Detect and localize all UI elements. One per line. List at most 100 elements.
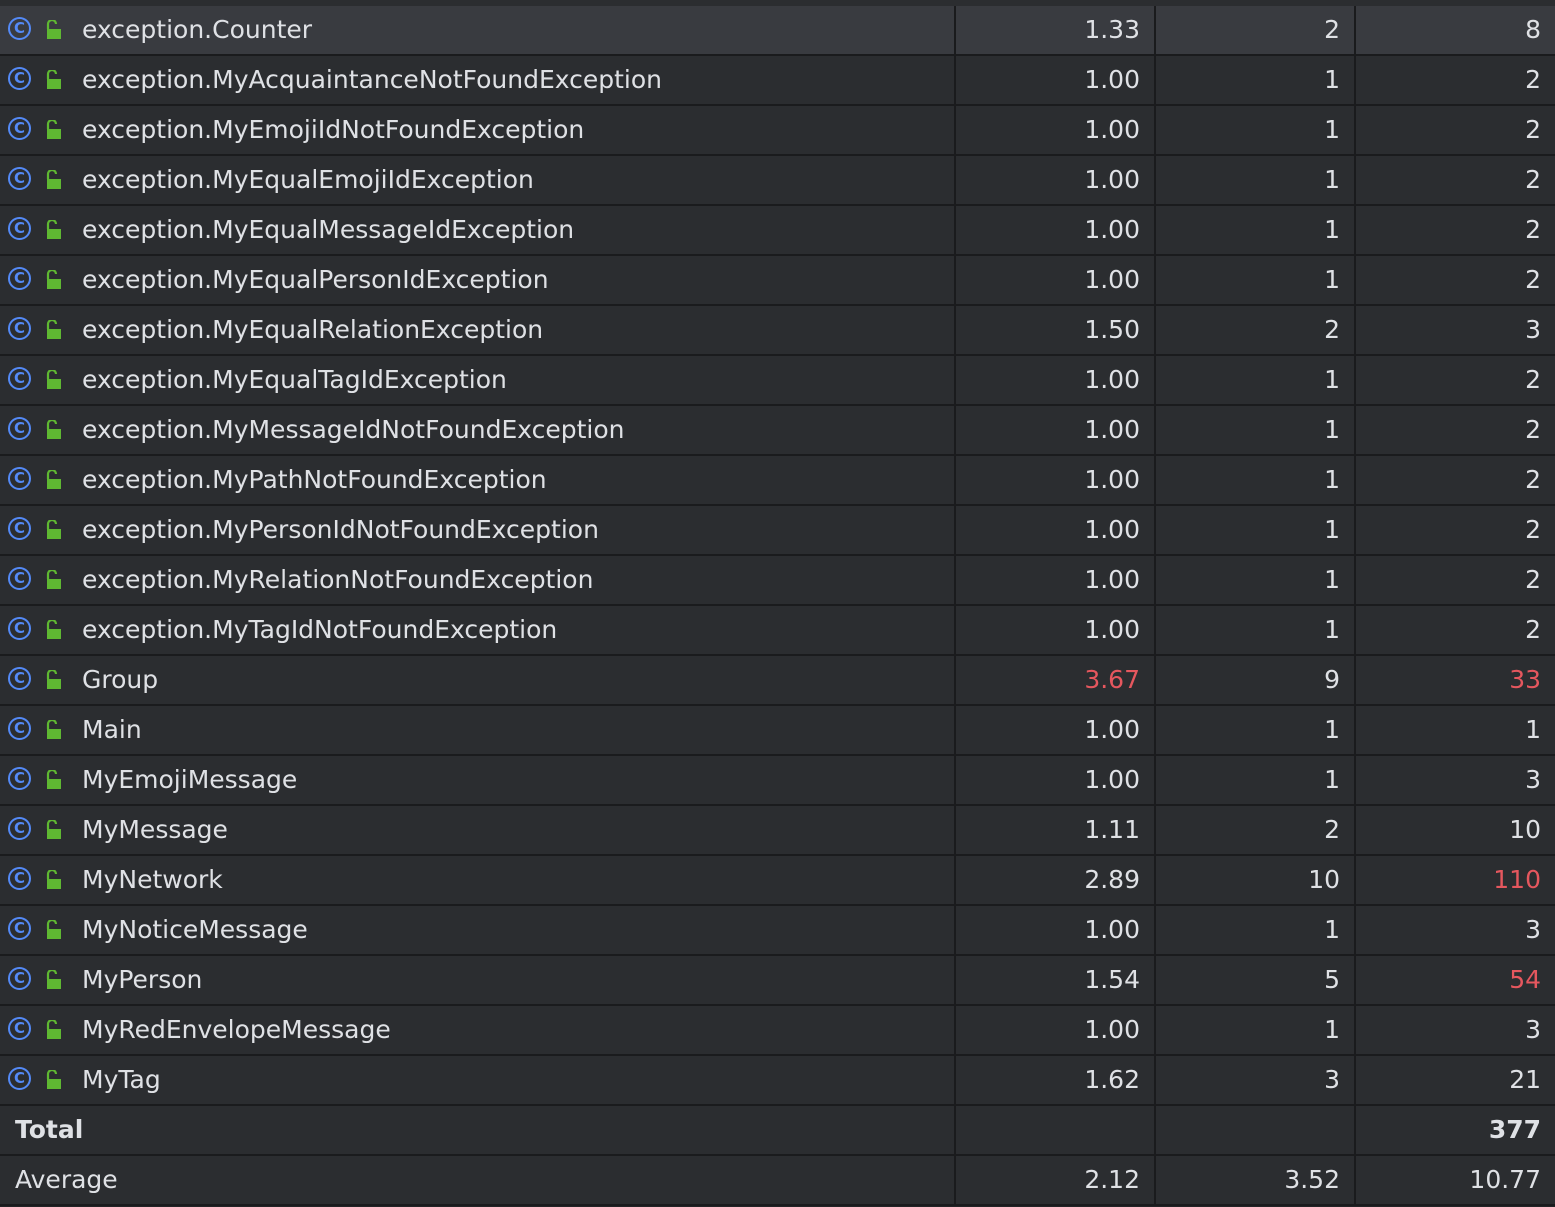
metric-cell-c2: 2 — [1154, 6, 1354, 54]
class-name-cell: C MyMessage — [0, 806, 954, 854]
table-row[interactable]: Cexception.MyEqualTagIdException 1.00 1 2 — [0, 356, 1555, 406]
lock-icon — [46, 270, 61, 289]
table-row[interactable]: Cexception.MyTagIdNotFoundException 1.00 1… — [0, 606, 1555, 656]
metrics-table: Cexception.Counter 1.33 2 8 Cexception.MyAcq… — [0, 0, 1555, 1207]
class-name: MyNoticeMessage — [82, 915, 308, 944]
class-name-cell: Cexception.MyEqualPersonIdException — [0, 256, 954, 304]
metric-cell-c3: 2 — [1354, 506, 1555, 554]
table-row[interactable]: Cexception.MyEqualEmojiIdException 1.00 1 2 — [0, 156, 1555, 206]
metric-cell-c3: 3 — [1354, 306, 1555, 354]
table-row[interactable]: Cexception.MyEqualPersonIdException 1.00 1… — [0, 256, 1555, 306]
class-name: exception.MyEmojiIdNotFoundException — [82, 115, 585, 144]
metric-cell-c1: 1.00 — [954, 106, 1154, 154]
class-name-cell: Cexception.MyTagIdNotFoundException — [0, 606, 954, 654]
metric-cell-c2: 1 — [1154, 756, 1354, 804]
table-row[interactable]: C MyNoticeMessage 1.00 1 3 — [0, 906, 1555, 956]
table-row[interactable]: Cexception.MyEqualMessageIdException 1.00… — [0, 206, 1555, 256]
metric-cell-c1: 1.00 — [954, 156, 1154, 204]
lock-icon — [46, 470, 61, 489]
lock-icon — [46, 670, 61, 689]
class-name-cell: Cexception.MyEqualMessageIdException — [0, 206, 954, 254]
metric-cell-c2: 1 — [1154, 556, 1354, 604]
lock-icon — [46, 420, 61, 439]
table-row[interactable]: C MyPerson 1.54 5 54 — [0, 956, 1555, 1006]
table-row[interactable]: Cexception.MyEmojiIdNotFoundException 1.0… — [0, 106, 1555, 156]
table-row[interactable]: Cexception.MyAcquaintanceNotFoundExcepti… — [0, 56, 1555, 106]
metric-cell-c1: 1.00 — [954, 356, 1154, 404]
class-icon: C — [8, 867, 31, 890]
table-row[interactable]: C MyEmojiMessage 1.00 1 3 — [0, 756, 1555, 806]
class-name-cell: Cexception.MyEmojiIdNotFoundException — [0, 106, 954, 154]
class-name: MyMessage — [82, 815, 228, 844]
total-label-cell: Total — [0, 1106, 954, 1154]
table-row[interactable]: Cexception.Counter 1.33 2 8 — [0, 6, 1555, 56]
class-icon: C — [8, 667, 31, 690]
metric-cell-c1: 1.00 — [954, 706, 1154, 754]
table-row[interactable]: C MyTag 1.62 3 21 — [0, 1056, 1555, 1106]
class-name: MyEmojiMessage — [82, 765, 298, 794]
metric-cell-c3: 3 — [1354, 1006, 1555, 1054]
class-name-cell: C Group — [0, 656, 954, 704]
metric-cell-c3: 2 — [1354, 606, 1555, 654]
metric-cell-c3: 54 — [1354, 956, 1555, 1004]
table-row[interactable]: C MyMessage 1.11 2 10 — [0, 806, 1555, 856]
class-icon: C — [8, 567, 31, 590]
metric-cell-c1: 1.62 — [954, 1056, 1154, 1104]
class-name-cell: Cexception.MyEqualEmojiIdException — [0, 156, 954, 204]
metric-cell-c1: 1.00 — [954, 506, 1154, 554]
class-name-cell: Cexception.Counter — [0, 6, 954, 54]
class-name: exception.MyEqualRelationException — [82, 315, 544, 344]
metric-cell-c3: 2 — [1354, 556, 1555, 604]
metric-cell-c1: 1.00 — [954, 406, 1154, 454]
metric-cell-c2: 1 — [1154, 1006, 1354, 1054]
metric-cell-c2: 1 — [1154, 256, 1354, 304]
class-name-cell: Cexception.MyAcquaintanceNotFoundExcepti… — [0, 56, 954, 104]
class-icon: C — [8, 317, 31, 340]
metric-cell-c1 — [954, 1106, 1154, 1154]
class-name: MyNetwork — [82, 865, 223, 894]
lock-icon — [46, 1020, 61, 1039]
class-icon: C — [8, 767, 31, 790]
class-name: exception.MyPersonIdNotFoundException — [82, 515, 599, 544]
class-icon: C — [8, 17, 31, 40]
metric-cell-c3: 33 — [1354, 656, 1555, 704]
metric-cell-c1: 1.00 — [954, 606, 1154, 654]
metric-cell-c2: 1 — [1154, 206, 1354, 254]
class-name: exception.MyEqualTagIdException — [82, 365, 507, 394]
class-name-cell: C MyPerson — [0, 956, 954, 1004]
class-name: exception.MyPathNotFoundException — [82, 465, 547, 494]
class-icon: C — [8, 417, 31, 440]
table-row[interactable]: Cexception.MyEqualRelationException 1.50 2… — [0, 306, 1555, 356]
table-row[interactable]: C MyRedEnvelopeMessage 1.00 1 3 — [0, 1006, 1555, 1056]
metric-cell-c1: 1.50 — [954, 306, 1154, 354]
table-row[interactable]: Cexception.MyPersonIdNotFoundException 1.… — [0, 506, 1555, 556]
average-label-cell: Average — [0, 1156, 954, 1204]
metric-cell-c2: 1 — [1154, 906, 1354, 954]
lock-icon — [46, 1070, 61, 1089]
class-name-cell: C MyRedEnvelopeMessage — [0, 1006, 954, 1054]
lock-icon — [46, 870, 61, 889]
total-label: Total — [15, 1115, 84, 1144]
class-name: exception.MyEqualMessageIdException — [82, 215, 575, 244]
lock-icon — [46, 370, 61, 389]
metric-cell-c2: 1 — [1154, 606, 1354, 654]
metric-cell-c1: 1.00 — [954, 456, 1154, 504]
table-row[interactable]: C MyNetwork 2.89 10 110 — [0, 856, 1555, 906]
table-row[interactable]: Cexception.MyMessageIdNotFoundException 1… — [0, 406, 1555, 456]
table-row[interactable]: C Main 1.00 1 1 — [0, 706, 1555, 756]
class-name: exception.MyMessageIdNotFoundException — [82, 415, 625, 444]
lock-icon — [46, 620, 61, 639]
table-row[interactable]: Cexception.MyPathNotFoundException 1.00 1 2 — [0, 456, 1555, 506]
class-icon: C — [8, 267, 31, 290]
class-name-cell: Cexception.MyPathNotFoundException — [0, 456, 954, 504]
metric-cell-c3: 2 — [1354, 56, 1555, 104]
metric-cell-c2: 1 — [1154, 156, 1354, 204]
class-name: Group — [82, 665, 159, 694]
metric-cell-c1: 2.12 — [954, 1156, 1154, 1204]
lock-icon — [46, 320, 61, 339]
table-row[interactable]: C Group 3.67 9 33 — [0, 656, 1555, 706]
table-row[interactable]: Cexception.MyRelationNotFoundException 1.… — [0, 556, 1555, 606]
metric-cell-c3: 2 — [1354, 106, 1555, 154]
lock-icon — [46, 970, 61, 989]
metric-cell-c3: 2 — [1354, 256, 1555, 304]
